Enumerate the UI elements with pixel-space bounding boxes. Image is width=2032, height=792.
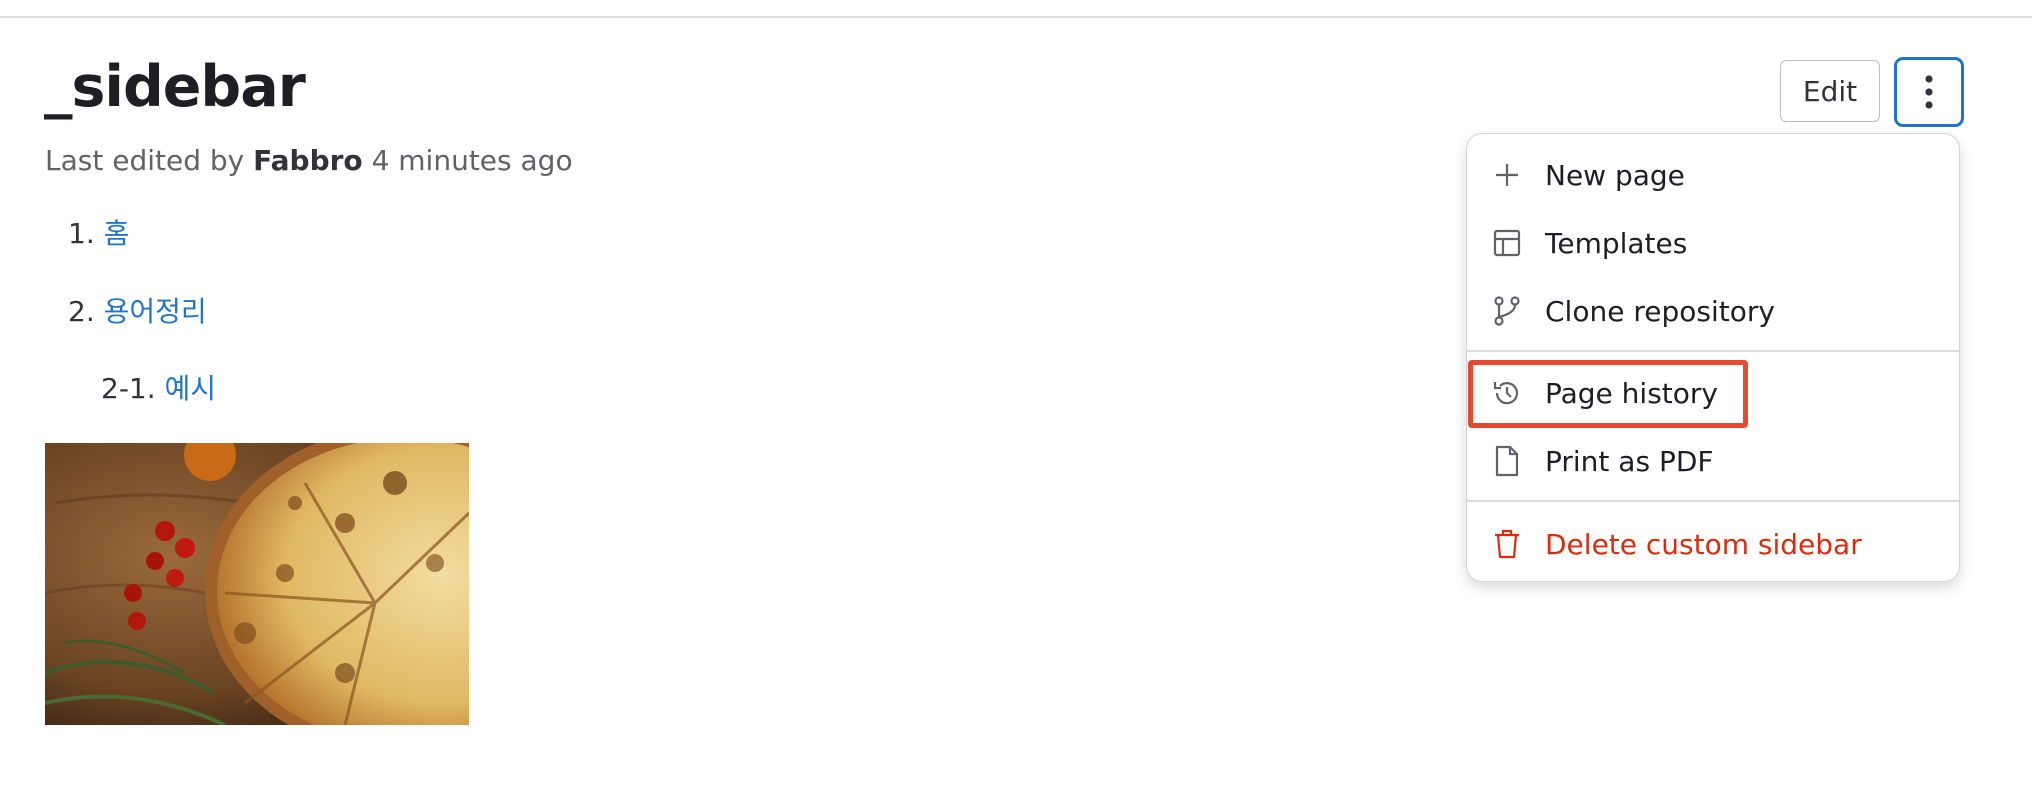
menu-item-label: Clone repository (1545, 294, 1775, 328)
trash-icon (1491, 528, 1523, 560)
menu-item-label: New page (1545, 158, 1685, 192)
document-icon (1491, 445, 1523, 477)
menu-item-delete-sidebar[interactable]: Delete custom sidebar (1467, 514, 1959, 574)
top-divider (0, 16, 2032, 18)
menu-item-label: Delete custom sidebar (1545, 527, 1862, 561)
list-number: 2-1. (101, 372, 156, 405)
list-number: 2. (68, 295, 95, 328)
list-item: 2-1. 예시 (101, 371, 216, 407)
list-item: 2. 용어정리 (68, 294, 207, 330)
menu-item-templates[interactable]: Templates (1467, 213, 1959, 273)
menu-item-clone-repository[interactable]: Clone repository (1467, 281, 1959, 341)
actions-dropdown: New page Templates Clone repository Page… (1466, 133, 1960, 582)
menu-divider (1467, 500, 1959, 502)
branch-icon (1491, 295, 1523, 327)
pizza-image (45, 443, 469, 725)
link-home[interactable]: 홈 (104, 217, 130, 250)
page-history-highlight (1468, 360, 1748, 428)
list-number: 1. (68, 217, 95, 250)
plus-icon (1491, 159, 1523, 191)
menu-item-new-page[interactable]: New page (1467, 145, 1959, 205)
menu-item-label: Print as PDF (1545, 444, 1714, 478)
list-item: 1. 홈 (68, 216, 129, 252)
meta-prefix: Last edited by (45, 144, 245, 177)
meta-time: 4 minutes ago (371, 144, 573, 177)
link-glossary[interactable]: 용어정리 (104, 295, 207, 328)
edit-button[interactable]: Edit (1780, 60, 1880, 122)
author-name[interactable]: Fabbro (253, 144, 363, 177)
menu-item-label: Templates (1545, 226, 1688, 260)
page-title: _sidebar (44, 54, 306, 120)
last-edited-info: Last edited by Fabbro 4 minutes ago (45, 143, 573, 179)
menu-divider (1467, 350, 1959, 352)
menu-item-print-pdf[interactable]: Print as PDF (1467, 431, 1959, 491)
ellipsis-vertical-icon (1925, 75, 1933, 109)
template-icon (1491, 227, 1523, 259)
more-actions-button[interactable] (1894, 57, 1964, 127)
link-example[interactable]: 예시 (165, 372, 217, 405)
